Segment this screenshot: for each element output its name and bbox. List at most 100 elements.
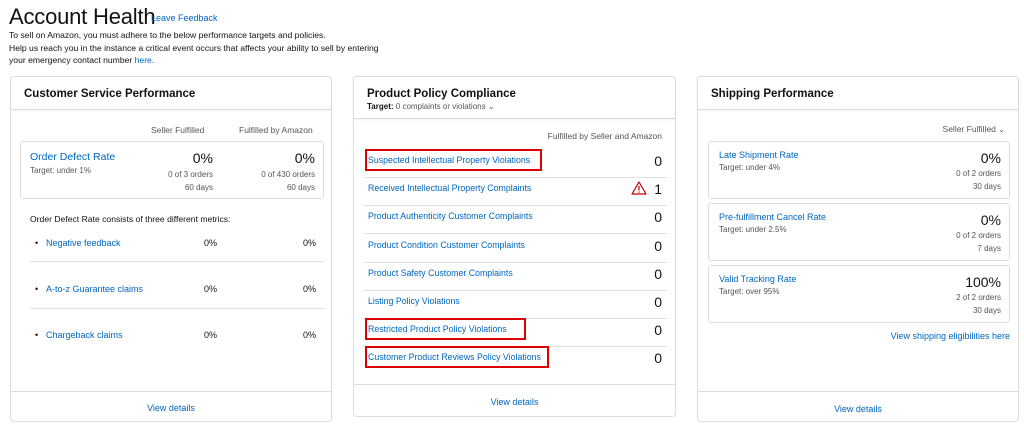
ship-metric-link[interactable]: Pre-fulfillment Cancel Rate xyxy=(719,212,826,222)
order-defect-rate-card: Order Defect Rate Target: under 1% 0% 0 … xyxy=(20,141,324,199)
ppc-row-link[interactable]: Product Authenticity Customer Complaints xyxy=(368,211,533,221)
metric-row: • Chargeback claims 0% 0% xyxy=(35,330,325,344)
divider xyxy=(30,308,324,309)
odr-seller-days: 60 days xyxy=(184,183,213,192)
leave-feedback-link[interactable]: Leave Feedback xyxy=(151,13,218,23)
shipping-eligibilities-link[interactable]: View shipping eligibilities here xyxy=(891,331,1010,341)
ship-metric-pct: 0% xyxy=(980,212,1001,228)
intro-line-3-text: your emergency contact number xyxy=(9,55,133,65)
ppc-row-value: 0 xyxy=(654,294,662,310)
col-fulfilled-by-amazon: Fulfilled by Amazon xyxy=(239,125,313,135)
ship-metric-card: Pre-fulfillment Cancel Rate Target: unde… xyxy=(708,203,1010,261)
metric-row: • Negative feedback 0% 0% xyxy=(35,238,325,252)
ship-header: Shipping Performance xyxy=(698,77,1018,110)
ship-metric-days: 30 days xyxy=(972,306,1001,315)
ppc-row-value: 0 xyxy=(654,237,662,254)
ppc-row: Product Safety Customer Complaints 0 xyxy=(354,263,675,291)
ppc-row: Received Intellectual Property Complaint… xyxy=(354,178,675,207)
negative-feedback-link[interactable]: Negative feedback xyxy=(46,238,121,248)
bullet-icon: • xyxy=(35,284,39,294)
highlight-box xyxy=(365,149,542,171)
intro-line-3: your emergency contact number here. xyxy=(9,54,429,67)
ship-metric-link[interactable]: Late Shipment Rate xyxy=(719,150,799,160)
csp-view-details-link[interactable]: View details xyxy=(11,403,331,413)
metric-row: • A-to-z Guarantee claims 0% 0% xyxy=(35,284,325,298)
intro-text: To sell on Amazon, you must adhere to th… xyxy=(9,29,429,67)
ppc-row-value: 0 xyxy=(654,209,662,226)
ppc-view-details-link[interactable]: View details xyxy=(354,397,675,407)
odr-seller-orders: 0 of 3 orders xyxy=(168,170,213,179)
highlight-box xyxy=(365,346,549,369)
ppc-row-value: 0 xyxy=(654,153,662,169)
shipping-panel: Shipping Performance Seller Fulfilled ⌄ … xyxy=(697,76,1019,422)
odr-amazon-orders: 0 of 430 orders xyxy=(261,170,315,179)
intro-line-2: Help us reach you in the instance a crit… xyxy=(9,42,379,53)
odr-target: Target: under 1% xyxy=(30,166,91,175)
chargeback-claims-link[interactable]: Chargeback claims xyxy=(46,330,123,340)
footer-divider xyxy=(11,391,331,392)
ppc-row-link[interactable]: Product Condition Customer Complaints xyxy=(368,240,525,250)
chevron-down-icon: ⌄ xyxy=(487,102,495,111)
intro-line-1: To sell on Amazon, you must adhere to th… xyxy=(9,30,326,40)
ship-metric-orders: 2 of 2 orders xyxy=(956,293,1001,302)
ship-metric-pct: 100% xyxy=(965,274,1001,290)
csp-title: Customer Service Performance xyxy=(24,88,196,100)
page-title: Account Health xyxy=(9,4,156,29)
warning-icon xyxy=(631,181,647,197)
csp-header: Customer Service Performance xyxy=(11,77,331,110)
ship-metric-days: 7 days xyxy=(977,244,1001,253)
col-seller-fulfilled: Seller Fulfilled xyxy=(151,125,205,135)
atoz-claims-amazon: 0% xyxy=(302,284,316,294)
ppc-title: Product Policy Compliance xyxy=(367,88,516,100)
odr-seller-pct: 0% xyxy=(192,150,213,166)
odr-amazon-days: 60 days xyxy=(286,183,315,192)
ppc-row-link[interactable]: Product Safety Customer Complaints xyxy=(368,268,513,278)
intro-end: . xyxy=(151,55,155,65)
order-defect-rate-link[interactable]: Order Defect Rate xyxy=(30,151,115,163)
chevron-down-icon: ⌄ xyxy=(998,125,1005,134)
ship-metric-target: Target: over 95% xyxy=(719,287,780,296)
ship-view-details-link[interactable]: View details xyxy=(698,404,1018,414)
product-policy-panel: Product Policy Compliance Target: 0 comp… xyxy=(353,76,676,417)
ship-metric-card: Valid Tracking Rate Target: over 95% 100… xyxy=(708,265,1010,323)
ppc-row: Product Condition Customer Complaints 0 xyxy=(354,235,675,263)
atoz-claims-seller: 0% xyxy=(203,284,217,294)
ppc-row-value: 0 xyxy=(654,322,662,339)
ppc-row: Product Authenticity Customer Complaints… xyxy=(354,206,675,235)
ppc-header: Product Policy Compliance Target: 0 comp… xyxy=(354,77,675,119)
highlight-box xyxy=(365,318,526,341)
ship-filter-label: Seller Fulfilled xyxy=(942,124,996,134)
ship-filter-dropdown[interactable]: Seller Fulfilled ⌄ xyxy=(943,124,1005,134)
ppc-target-value: 0 complaints or violations xyxy=(395,102,486,111)
atoz-claims-link[interactable]: A-to-z Guarantee claims xyxy=(46,284,143,294)
chargeback-claims-amazon: 0% xyxy=(302,330,316,340)
ppc-row-value: 0 xyxy=(654,265,662,282)
ship-metric-target: Target: under 4% xyxy=(719,163,780,172)
ppc-row-link[interactable]: Received Intellectual Property Complaint… xyxy=(368,183,531,193)
negative-feedback-seller: 0% xyxy=(203,238,217,248)
ppc-target[interactable]: Target: 0 complaints or violations ⌄ xyxy=(367,102,662,111)
ship-metric-card: Late Shipment Rate Target: under 4% 0% 0… xyxy=(708,141,1010,199)
customer-service-panel: Customer Service Performance Seller Fulf… xyxy=(10,76,332,422)
ppc-col-header: Fulfilled by Seller and Amazon xyxy=(547,131,662,141)
divider xyxy=(30,261,324,262)
ppc-row-value: 1 xyxy=(654,181,662,198)
ship-metric-link[interactable]: Valid Tracking Rate xyxy=(719,274,796,284)
ship-title: Shipping Performance xyxy=(711,88,834,100)
bullet-icon: • xyxy=(35,330,39,340)
ship-metric-target: Target: under 2.5% xyxy=(719,225,787,234)
footer-divider xyxy=(354,384,675,385)
emergency-contact-link[interactable]: here xyxy=(135,55,152,65)
ppc-row: Customer Product Reviews Policy Violatio… xyxy=(354,346,675,375)
metrics-intro: Order Defect Rate consists of three diff… xyxy=(30,214,231,224)
negative-feedback-amazon: 0% xyxy=(302,238,316,248)
ship-metric-days: 30 days xyxy=(972,182,1001,191)
ppc-row: Listing Policy Violations 0 xyxy=(354,291,675,319)
ship-metric-pct: 0% xyxy=(980,150,1001,166)
ppc-row-link[interactable]: Listing Policy Violations xyxy=(368,296,460,306)
ship-metric-orders: 0 of 2 orders xyxy=(956,169,1001,178)
odr-amazon-pct: 0% xyxy=(294,150,315,166)
bullet-icon: • xyxy=(35,238,39,248)
ppc-row: Restricted Product Policy Violations 0 xyxy=(354,318,675,348)
footer-divider xyxy=(698,391,1018,392)
